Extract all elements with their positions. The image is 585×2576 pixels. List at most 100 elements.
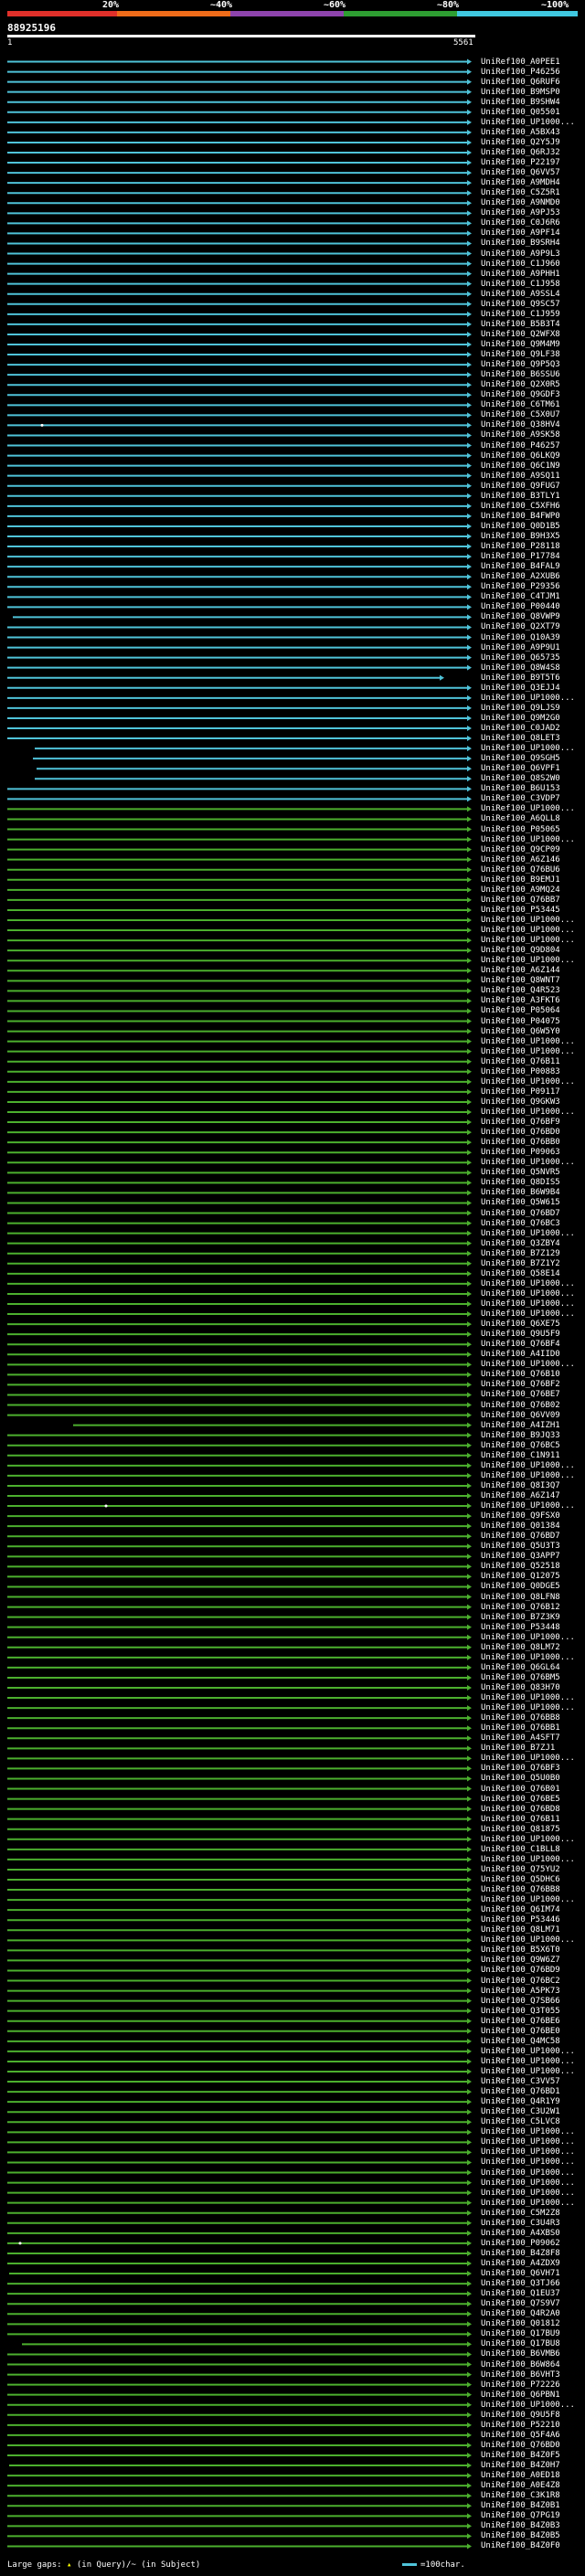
hit-label[interactable]: UniRef100_P22197 [481, 158, 560, 167]
hit-label[interactable]: UniRef100_C6TM61 [481, 400, 560, 409]
hit-label[interactable]: UniRef100_Q6RUF6 [481, 78, 560, 87]
hit-label[interactable]: UniRef100_Q9SC57 [481, 300, 560, 309]
hit-label[interactable]: UniRef100_Q8DIS5 [481, 1178, 560, 1187]
hit-label[interactable]: UniRef100_A6Z144 [481, 966, 560, 975]
hit-label[interactable]: UniRef100_B9T5T6 [481, 673, 560, 683]
hit-label[interactable]: UniRef100_UP1000... [481, 804, 575, 813]
hit-label[interactable]: UniRef100_P29356 [481, 582, 560, 591]
hit-label[interactable]: UniRef100_A9SSL4 [481, 290, 560, 299]
hit-label[interactable]: UniRef100_Q9D804 [481, 946, 560, 955]
hit-label[interactable]: UniRef100_UP1000... [481, 744, 575, 753]
hit-label[interactable]: UniRef100_C1N911 [481, 1451, 560, 1460]
hit-label[interactable]: UniRef100_Q76BD8 [481, 1805, 560, 1814]
hit-label[interactable]: UniRef100_P72226 [481, 2380, 560, 2390]
hit-label[interactable]: UniRef100_Q9P5Q3 [481, 360, 560, 369]
hit-label[interactable]: UniRef100_B4Z8F8 [481, 2249, 560, 2258]
hit-label[interactable]: UniRef100_Q6VH71 [481, 2269, 560, 2278]
hit-label[interactable]: UniRef100_Q76B02 [481, 1401, 560, 1410]
hit-label[interactable]: UniRef100_Q76BD7 [481, 1532, 560, 1541]
hit-label[interactable]: UniRef100_Q76B01 [481, 1785, 560, 1794]
hit-label[interactable]: UniRef100_Q9M2G0 [481, 714, 560, 723]
hit-label[interactable]: UniRef100_A9PJ53 [481, 208, 560, 217]
hit-label[interactable]: UniRef100_UP1000... [481, 1289, 575, 1299]
hit-label[interactable]: UniRef100_Q76BB7 [481, 896, 560, 905]
hit-label[interactable]: UniRef100_Q05501 [481, 108, 560, 117]
hit-label[interactable]: UniRef100_Q5W615 [481, 1198, 560, 1207]
hit-label[interactable]: UniRef100_Q4R1Y9 [481, 2097, 560, 2106]
hit-label[interactable]: UniRef100_Q2Y5J9 [481, 138, 560, 147]
hit-label[interactable]: UniRef100_UP1000... [481, 936, 575, 945]
hit-label[interactable]: UniRef100_B9EMJ1 [481, 875, 560, 885]
hit-label[interactable]: UniRef100_Q3EJJ4 [481, 684, 560, 693]
hit-label[interactable]: UniRef100_UP1000... [481, 1299, 575, 1309]
hit-label[interactable]: UniRef100_Q76BD9 [481, 1966, 560, 1975]
hit-label[interactable]: UniRef100_B7Z3K9 [481, 1613, 560, 1622]
hit-label[interactable]: UniRef100_Q5NVR5 [481, 1168, 560, 1177]
hit-label[interactable]: UniRef100_P53446 [481, 1915, 560, 1924]
hit-label[interactable]: UniRef100_Q6C1N9 [481, 461, 560, 471]
hit-label[interactable]: UniRef100_Q76BE5 [481, 1795, 560, 1804]
hit-label[interactable]: UniRef100_A9P9L3 [481, 249, 560, 259]
hit-label[interactable]: UniRef100_A3FKT6 [481, 996, 560, 1005]
hit-label[interactable]: UniRef100_B7Z1Y2 [481, 1259, 560, 1268]
hit-label[interactable]: UniRef100_UP1000... [481, 1633, 575, 1642]
hit-label[interactable]: UniRef100_P09062 [481, 2239, 560, 2248]
hit-label[interactable]: UniRef100_Q76BB8 [481, 1885, 560, 1894]
hit-label[interactable]: UniRef100_B9SRH4 [481, 239, 560, 248]
hit-label[interactable]: UniRef100_Q7PG19 [481, 2511, 560, 2520]
hit-label[interactable]: UniRef100_P46256 [481, 68, 560, 77]
hit-label[interactable]: UniRef100_Q1EU37 [481, 2289, 560, 2298]
hit-label[interactable]: UniRef100_Q81875 [481, 1825, 560, 1834]
hit-label[interactable]: UniRef100_P04075 [481, 1017, 560, 1026]
hit-label[interactable]: UniRef100_C1J960 [481, 260, 560, 269]
hit-label[interactable]: UniRef100_Q2WFX8 [481, 330, 560, 339]
hit-label[interactable]: UniRef100_UP1000... [481, 2127, 575, 2136]
hit-label[interactable]: UniRef100_Q76BM5 [481, 1673, 560, 1682]
hit-label[interactable]: UniRef100_UP1000... [481, 694, 575, 703]
hit-label[interactable]: UniRef100_A9PF14 [481, 228, 560, 238]
hit-label[interactable]: UniRef100_C1J959 [481, 310, 560, 319]
hit-label[interactable]: UniRef100_Q9M4M9 [481, 340, 560, 349]
hit-label[interactable]: UniRef100_UP1000... [481, 2137, 575, 2147]
hit-label[interactable]: UniRef100_Q38HV4 [481, 420, 560, 429]
hit-label[interactable]: UniRef100_C0JAD2 [481, 724, 560, 733]
hit-label[interactable]: UniRef100_P53448 [481, 1623, 560, 1632]
hit-label[interactable]: UniRef100_B6W9B4 [481, 1188, 560, 1197]
hit-label[interactable]: UniRef100_P28118 [481, 542, 560, 551]
hit-label[interactable]: UniRef100_B4Z0B3 [481, 2521, 560, 2530]
hit-label[interactable]: UniRef100_Q75YU2 [481, 1865, 560, 1874]
hit-label[interactable]: UniRef100_Q76BE6 [481, 2017, 560, 2026]
hit-label[interactable]: UniRef100_Q76BE0 [481, 2027, 560, 2036]
hit-label[interactable]: UniRef100_Q7S9V7 [481, 2299, 560, 2308]
hit-label[interactable]: UniRef100_Q9W6Z7 [481, 1956, 560, 1965]
hit-label[interactable]: UniRef100_Q10A39 [481, 633, 560, 642]
hit-label[interactable]: UniRef100_Q8LM72 [481, 1643, 560, 1652]
hit-label[interactable]: UniRef100_UP1000... [481, 1158, 575, 1167]
hit-label[interactable]: UniRef100_Q9FSX0 [481, 1511, 560, 1521]
hit-label[interactable]: UniRef100_Q76BB8 [481, 1713, 560, 1723]
hit-label[interactable]: UniRef100_B4Z0F0 [481, 2541, 560, 2550]
hit-label[interactable]: UniRef100_A9P9U1 [481, 643, 560, 652]
hit-label[interactable]: UniRef100_B4FAL9 [481, 562, 560, 571]
hit-label[interactable]: UniRef100_Q7SB66 [481, 1997, 560, 2006]
hit-label[interactable]: UniRef100_Q5U3T3 [481, 1542, 560, 1551]
hit-label[interactable]: UniRef100_Q76B11 [481, 1057, 560, 1066]
hit-label[interactable]: UniRef100_B7Z129 [481, 1249, 560, 1258]
hit-label[interactable]: UniRef100_A9NMD0 [481, 198, 560, 207]
hit-label[interactable]: UniRef100_Q12075 [481, 1572, 560, 1581]
hit-label[interactable]: UniRef100_Q76BF9 [481, 1118, 560, 1127]
hit-label[interactable]: UniRef100_Q8I3Q7 [481, 1481, 560, 1490]
hit-label[interactable]: UniRef100_Q58E14 [481, 1269, 560, 1278]
hit-label[interactable]: UniRef100_Q76BD7 [481, 1209, 560, 1218]
hit-label[interactable]: UniRef100_Q8S2W0 [481, 774, 560, 783]
hit-label[interactable]: UniRef100_Q17BU8 [481, 2339, 560, 2348]
hit-label[interactable]: UniRef100_B4Z0B5 [481, 2531, 560, 2540]
hit-label[interactable]: UniRef100_Q4MC58 [481, 2037, 560, 2046]
hit-label[interactable]: UniRef100_Q9LF38 [481, 350, 560, 359]
hit-label[interactable]: UniRef100_UP1000... [481, 2401, 575, 2410]
hit-label[interactable]: UniRef100_Q8WNT7 [481, 976, 560, 985]
hit-label[interactable]: UniRef100_A9SK58 [481, 430, 560, 440]
hit-label[interactable]: UniRef100_Q9GDF3 [481, 390, 560, 399]
hit-label[interactable]: UniRef100_C3U4R3 [481, 2219, 560, 2228]
hit-label[interactable]: UniRef100_UP1000... [481, 1855, 575, 1864]
